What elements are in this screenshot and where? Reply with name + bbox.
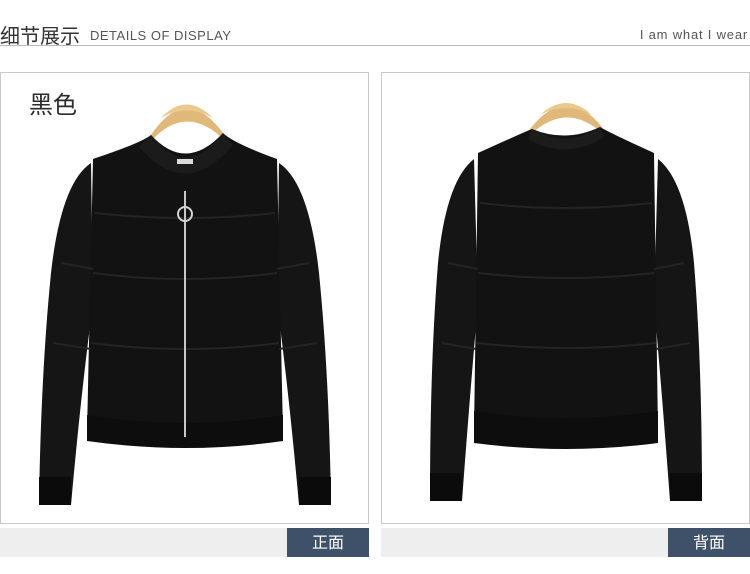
- hanger-icon: [151, 104, 223, 141]
- back-caption-tag: 背面: [668, 528, 750, 557]
- front-view-panel: 黑色: [0, 72, 369, 524]
- color-label: 黑色: [29, 91, 77, 119]
- hanger-icon: [530, 103, 602, 135]
- front-jacket-image: [39, 104, 331, 505]
- front-caption-tag: 正面: [287, 528, 369, 557]
- back-caption-bar: 背面: [381, 528, 750, 557]
- brand-tagline: I am what I wear: [639, 27, 748, 42]
- page-header: 细节展示 DETAILS OF DISPLAY I am what I wear: [0, 0, 750, 48]
- section-subtitle: DETAILS OF DISPLAY: [90, 28, 232, 43]
- back-jacket-image: [430, 103, 702, 501]
- back-view-panel: [381, 72, 750, 524]
- front-caption-bar: 正面: [0, 528, 369, 557]
- header-divider: [0, 45, 750, 46]
